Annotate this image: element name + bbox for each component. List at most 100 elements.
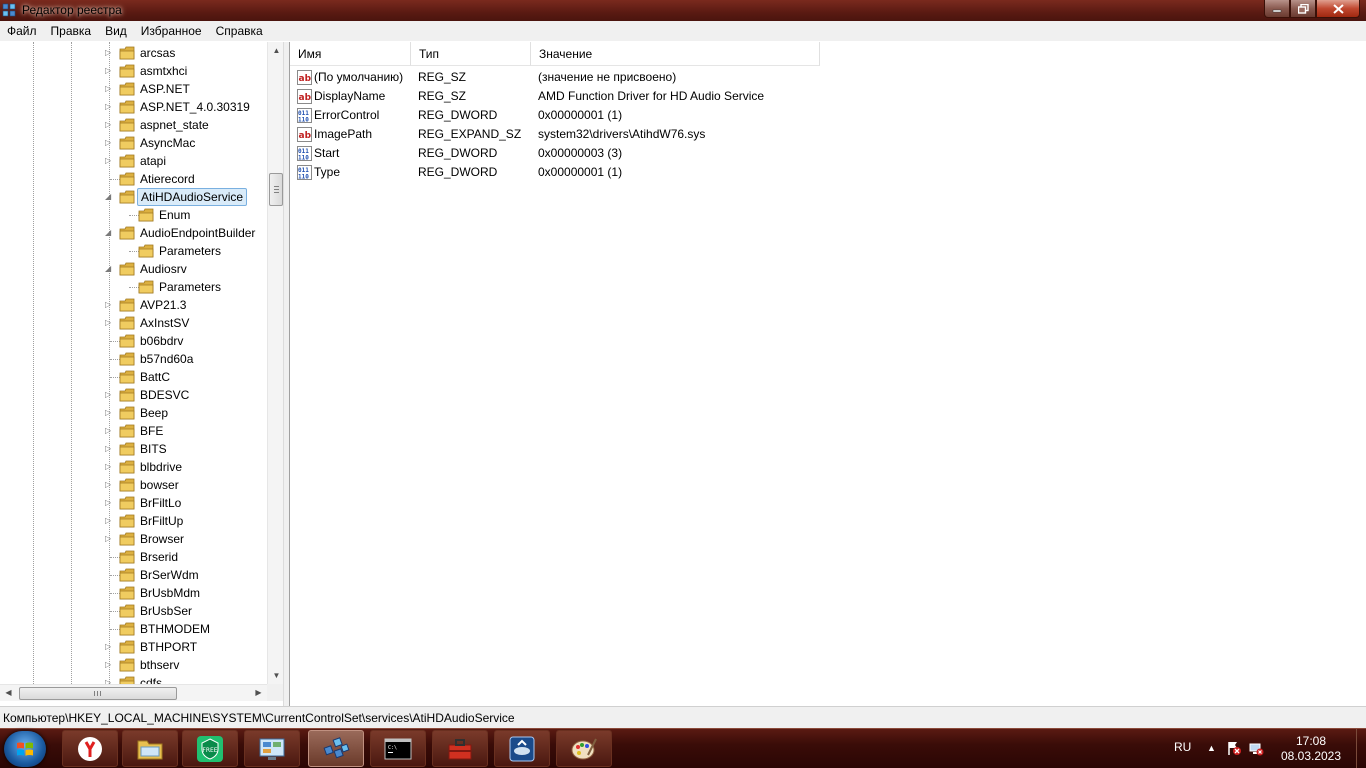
tree-node[interactable]: ◢ AtiHDAudioService — [0, 188, 268, 206]
clock[interactable]: 17:08 08.03.2023 — [1276, 734, 1346, 764]
column-header-name[interactable]: Имя — [290, 42, 411, 66]
collapsed-arrow-icon[interactable]: ▷ — [105, 445, 113, 453]
tree-node[interactable]: ▷ Browser — [0, 530, 268, 548]
tree-node[interactable]: ▷ bthserv — [0, 656, 268, 674]
menu-favorites[interactable]: Избранное — [134, 21, 209, 41]
start-button[interactable] — [4, 731, 46, 767]
tree-node[interactable]: ▷ ASP.NET_4.0.30319 — [0, 98, 268, 116]
collapsed-arrow-icon[interactable]: ▷ — [105, 157, 113, 165]
taskbar-command-prompt[interactable]: C:\ — [370, 730, 426, 767]
value-row[interactable]: ab ImagePath REG_EXPAND_SZ system32\drivers… — [290, 125, 1360, 144]
tree-node[interactable]: ◢ Audiosrv — [0, 260, 268, 278]
tree-node[interactable]: ▷ BITS — [0, 440, 268, 458]
menu-file[interactable]: Файл — [0, 21, 44, 41]
tree-node[interactable]: ▷ AxInstSV — [0, 314, 268, 332]
tree-node[interactable]: ▷ AVP21.3 — [0, 296, 268, 314]
value-row[interactable]: 011 110 Start REG_DWORD 0x00000003 (3) — [290, 144, 1360, 163]
value-row[interactable]: ab (По умолчанию) REG_SZ (значение не присв… — [290, 68, 1360, 87]
collapsed-arrow-icon[interactable]: ▷ — [105, 301, 113, 309]
tree-node[interactable]: ▷ arcsas — [0, 44, 268, 62]
tree-node[interactable]: ▷ atapi — [0, 152, 268, 170]
collapsed-arrow-icon[interactable]: ▷ — [105, 427, 113, 435]
taskbar-file-explorer[interactable] — [122, 730, 178, 767]
collapsed-arrow-icon[interactable]: ▷ — [105, 103, 113, 111]
taskbar-vpn[interactable]: FREE — [182, 730, 238, 767]
tree-node[interactable]: ▷ BFE — [0, 422, 268, 440]
taskbar-paint[interactable] — [556, 730, 612, 767]
taskbar-toolbox[interactable] — [432, 730, 488, 767]
tree-node[interactable]: ▷ bowser — [0, 476, 268, 494]
tree-node[interactable]: Parameters — [0, 278, 268, 296]
tree-node[interactable]: BattC — [0, 368, 268, 386]
menu-view[interactable]: Вид — [98, 21, 134, 41]
scroll-down-arrow-icon[interactable]: ▼ — [268, 667, 283, 684]
collapsed-arrow-icon[interactable]: ▷ — [105, 481, 113, 489]
collapsed-arrow-icon[interactable]: ▷ — [105, 139, 113, 147]
expanded-arrow-icon[interactable]: ◢ — [105, 265, 113, 273]
tree-horizontal-scrollbar[interactable]: ◀ ▶ — [0, 684, 267, 701]
taskbar-registry-editor[interactable] — [308, 730, 364, 767]
tree-node[interactable]: BrSerWdm — [0, 566, 268, 584]
tree-node[interactable]: BrUsbMdm — [0, 584, 268, 602]
scroll-right-arrow-icon[interactable]: ▶ — [250, 685, 267, 702]
expanded-arrow-icon[interactable]: ◢ — [105, 193, 113, 201]
tree-node[interactable]: ◢ AudioEndpointBuilder — [0, 224, 268, 242]
tree-node[interactable]: ▷ ASP.NET — [0, 80, 268, 98]
show-desktop-button[interactable] — [1356, 729, 1366, 768]
menu-edit[interactable]: Правка — [44, 21, 99, 41]
tree-node[interactable]: ▷ blbdrive — [0, 458, 268, 476]
tree-node[interactable]: ▷ BrFiltUp — [0, 512, 268, 530]
language-indicator[interactable]: RU — [1174, 740, 1191, 754]
column-header-data[interactable]: Значение — [531, 42, 820, 66]
tree-vertical-scrollbar[interactable]: ▲ ▼ — [267, 42, 283, 684]
tree-node[interactable]: ▷ asmtxhci — [0, 62, 268, 80]
scroll-left-arrow-icon[interactable]: ◀ — [0, 685, 17, 702]
values-pane[interactable]: Имя Тип Значение ab (По умолчанию) REG_SZ(… — [289, 42, 1366, 706]
collapsed-arrow-icon[interactable]: ▷ — [105, 409, 113, 417]
collapsed-arrow-icon[interactable]: ▷ — [105, 517, 113, 525]
taskbar-yandex-browser[interactable] — [62, 730, 118, 767]
minimize-button[interactable] — [1264, 0, 1290, 18]
tree-node[interactable]: Brserid — [0, 548, 268, 566]
close-button[interactable] — [1316, 0, 1360, 18]
value-row[interactable]: 011 110 ErrorControl REG_DWORD 0x00000001 (1… — [290, 106, 1360, 125]
tree-node[interactable]: b57nd60a — [0, 350, 268, 368]
network-icon[interactable] — [1248, 740, 1264, 756]
key-tree-pane[interactable]: ▷ arcsas ▷ asmtxhci ▷ ASP.NET ▷ ASP.NET_4.0.303… — [0, 42, 284, 706]
collapsed-arrow-icon[interactable]: ▷ — [105, 319, 113, 327]
collapsed-arrow-icon[interactable]: ▷ — [105, 49, 113, 57]
taskbar-control-panel[interactable] — [244, 730, 300, 767]
maximize-button[interactable] — [1290, 0, 1316, 18]
collapsed-arrow-icon[interactable]: ▷ — [105, 67, 113, 75]
tree-node[interactable]: ▷ Beep — [0, 404, 268, 422]
collapsed-arrow-icon[interactable]: ▷ — [105, 643, 113, 651]
tree-node[interactable]: ▷ aspnet_state — [0, 116, 268, 134]
column-header-type[interactable]: Тип — [411, 42, 531, 66]
collapsed-arrow-icon[interactable]: ▷ — [105, 661, 113, 669]
collapsed-arrow-icon[interactable]: ▷ — [105, 121, 113, 129]
taskbar-disk-utility[interactable] — [494, 730, 550, 767]
expanded-arrow-icon[interactable]: ◢ — [105, 229, 113, 237]
hscroll-thumb[interactable] — [19, 687, 177, 700]
collapsed-arrow-icon[interactable]: ▷ — [105, 391, 113, 399]
tree-node[interactable]: ▷ BTHPORT — [0, 638, 268, 656]
tree-node[interactable]: Parameters — [0, 242, 268, 260]
value-row[interactable]: ab DisplayName REG_SZ AMD Function Driver f… — [290, 87, 1360, 106]
show-hidden-icons-icon[interactable]: ▲ — [1207, 743, 1216, 753]
scroll-up-arrow-icon[interactable]: ▲ — [268, 42, 283, 59]
action-center-flag-icon[interactable] — [1226, 740, 1242, 756]
menu-help[interactable]: Справка — [209, 21, 270, 41]
tree-node[interactable]: Atierecord — [0, 170, 268, 188]
scroll-thumb[interactable] — [269, 173, 283, 206]
value-row[interactable]: 011 110 Type REG_DWORD 0x00000001 (1) — [290, 163, 1360, 182]
tree-node[interactable]: ▷ BDESVC — [0, 386, 268, 404]
collapsed-arrow-icon[interactable]: ▷ — [105, 85, 113, 93]
tree-node[interactable]: ▷ BrFiltLo — [0, 494, 268, 512]
tree-node[interactable]: BTHMODEM — [0, 620, 268, 638]
tree-node[interactable]: ▷ AsyncMac — [0, 134, 268, 152]
tree-node[interactable]: Enum — [0, 206, 268, 224]
tree-node[interactable]: b06bdrv — [0, 332, 268, 350]
tree-node[interactable]: BrUsbSer — [0, 602, 268, 620]
collapsed-arrow-icon[interactable]: ▷ — [105, 463, 113, 471]
collapsed-arrow-icon[interactable]: ▷ — [105, 535, 113, 543]
